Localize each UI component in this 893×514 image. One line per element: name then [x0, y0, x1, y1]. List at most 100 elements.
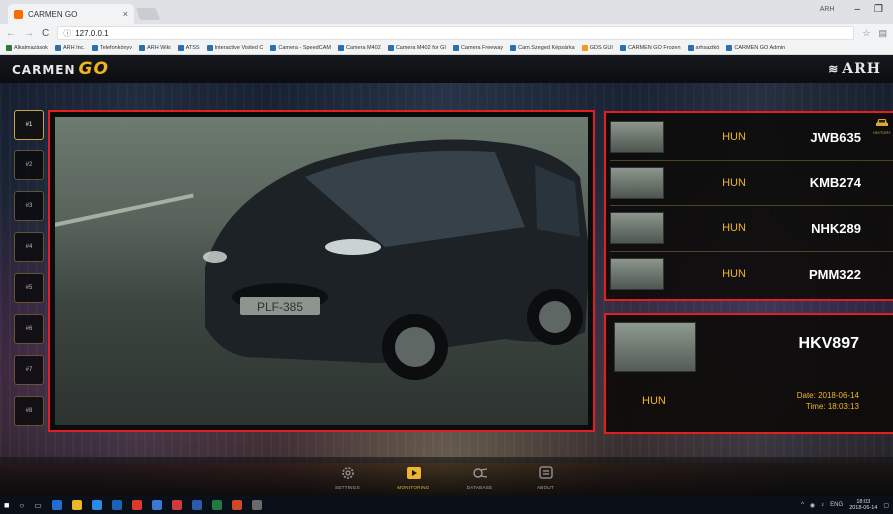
bookmark-item[interactable]: ARH Wiki: [139, 45, 171, 51]
selected-read-detail: HKV897 HUN Date: 2018-06-14 Time: 18:03:…: [604, 313, 893, 434]
system-clock[interactable]: 18:03 2018-06-14: [849, 499, 877, 511]
bookmark-item[interactable]: CARMEN GO Frozen: [619, 45, 681, 51]
detail-timestamp: Date: 2018-06-14 Time: 18:03:13: [797, 390, 859, 412]
profile-label[interactable]: ARH: [820, 6, 835, 13]
bookmark-label: CARMEN GO Frozen: [627, 45, 681, 51]
save-icon[interactable]: [151, 500, 162, 510]
forward-button[interactable]: →: [24, 28, 34, 39]
edge-icon[interactable]: [51, 500, 62, 510]
notifications-icon[interactable]: ▢: [883, 502, 889, 509]
read-row[interactable]: HUN KMB274: [610, 161, 893, 206]
browser-tab[interactable]: CARMEN GO ×: [8, 4, 134, 24]
app-icon[interactable]: [171, 500, 182, 510]
powerpoint-icon[interactable]: [231, 500, 242, 510]
gear-icon: [340, 465, 356, 482]
read-row[interactable]: HUN NHK289: [610, 206, 893, 252]
camera-tab-7[interactable]: #7: [14, 355, 44, 385]
outlook-icon[interactable]: [111, 500, 122, 510]
camera-tab-4[interactable]: #4: [14, 232, 44, 262]
bookmark-label: Alkalmazások: [14, 45, 48, 51]
bookmark-label: ARH Inc.: [62, 45, 85, 51]
bookmark-item[interactable]: GDS GUI: [581, 45, 613, 51]
ie-icon[interactable]: [91, 500, 102, 510]
site-icon: [206, 45, 213, 51]
network-icon[interactable]: ◉: [810, 502, 815, 509]
nav-about[interactable]: ABOUT: [523, 465, 569, 490]
camera-tab-5[interactable]: #5: [14, 273, 44, 303]
page-icon: [91, 45, 98, 51]
nav-monitoring[interactable]: MONITORING: [391, 465, 437, 490]
new-tab-button[interactable]: [135, 8, 161, 20]
bookmark-star-icon[interactable]: ☆: [862, 28, 870, 39]
explorer-icon[interactable]: [71, 500, 82, 510]
bookmark-item[interactable]: Camera - SpeedCAM: [270, 45, 331, 51]
bookmark-label: GDS GUI: [589, 45, 613, 51]
read-plate: KMB274: [809, 175, 861, 191]
read-row[interactable]: HUN PMM322: [610, 252, 893, 298]
tool-icon[interactable]: [251, 500, 262, 510]
camera-tab-2[interactable]: #2: [14, 150, 44, 180]
read-row[interactable]: HUN JWB635: [610, 115, 893, 161]
bookmark-item[interactable]: Telefonkönyv: [91, 45, 133, 51]
chrome-icon[interactable]: [131, 500, 142, 510]
site-icon: [270, 45, 277, 51]
task-view-icon[interactable]: ▭: [34, 501, 42, 510]
nav-label: MONITORING: [397, 484, 430, 490]
live-camera-feed: PLF-385: [55, 117, 588, 425]
carmen-favicon-icon: [14, 9, 23, 19]
bookmark-label: Telefonkönyv: [99, 45, 133, 51]
nav-label: DATABASE: [466, 484, 493, 490]
tray-chevron-icon[interactable]: ^: [801, 502, 804, 508]
windows-taskbar: ■ ○ ▭ ^ ◉ ♪ ENG 18:03 2018-06-14 ▢: [0, 496, 893, 514]
minimize-icon[interactable]: –: [854, 4, 860, 15]
excel-icon[interactable]: [211, 500, 222, 510]
search-icon[interactable]: ○: [19, 501, 24, 510]
license-plate-text: PLF-385: [257, 300, 303, 314]
read-plate: PMM322: [808, 266, 861, 282]
address-bar[interactable]: ⓘ 127.0.0.1: [57, 26, 855, 40]
bookmark-item[interactable]: CARMEN GO Admin: [726, 45, 785, 51]
bookmark-label: Camera M402 for GI: [395, 45, 446, 51]
maximize-icon[interactable]: ❐: [874, 4, 883, 15]
bookmark-item[interactable]: ATSS: [177, 45, 200, 51]
reload-button[interactable]: C: [42, 28, 49, 39]
windows-start-icon[interactable]: ■: [4, 500, 9, 510]
read-thumbnail: [610, 258, 664, 291]
nav-database[interactable]: DATABASE: [457, 465, 503, 490]
language-indicator[interactable]: ENG: [830, 502, 843, 508]
bookmark-item[interactable]: arhsaztkö: [687, 45, 719, 51]
tab-close-icon[interactable]: ×: [123, 9, 128, 19]
read-country: HUN: [722, 176, 746, 189]
nav-settings[interactable]: SETTINGS: [325, 465, 371, 490]
extension-icon[interactable]: ▤: [878, 28, 887, 39]
info-icon[interactable]: ⓘ: [63, 28, 71, 39]
bookmark-item[interactable]: Camera M402 for GI: [387, 45, 446, 51]
bookmark-item[interactable]: Alkalmazások: [6, 45, 48, 51]
detail-thumbnail[interactable]: [614, 322, 696, 372]
apps-icon: [6, 45, 12, 51]
bookmark-item[interactable]: Interactive Visited C: [206, 45, 263, 51]
bookmark-item[interactable]: Camera M402: [337, 45, 381, 51]
page-icon: [687, 45, 694, 51]
video-feed-frame: PLF-385: [48, 110, 595, 432]
read-plate: JWB635: [810, 129, 861, 145]
volume-icon[interactable]: ♪: [821, 502, 824, 508]
time-value: 18:03:13: [827, 402, 859, 411]
car-history-icon: [876, 119, 888, 126]
camera-tab-1[interactable]: #1: [14, 110, 44, 140]
site-icon: [54, 45, 61, 51]
tab-title: CARMEN GO: [28, 9, 78, 19]
read-country: HUN: [722, 131, 746, 144]
camera-tab-3[interactable]: #3: [14, 191, 44, 221]
word-icon[interactable]: [191, 500, 202, 510]
site-icon: [139, 45, 146, 51]
back-button[interactable]: ←: [6, 28, 16, 39]
bookmark-item[interactable]: Camera Freeway: [452, 45, 503, 51]
bookmark-item[interactable]: Cam.Szeged Képsárka: [510, 45, 575, 51]
camera-tab-8[interactable]: #8: [14, 396, 44, 426]
bookmark-label: Camera M402: [345, 45, 381, 51]
history-button[interactable]: HISTORY: [869, 117, 893, 147]
bookmark-item[interactable]: ARH Inc.: [54, 45, 85, 51]
history-label: HISTORY: [873, 130, 891, 135]
camera-tab-6[interactable]: #6: [14, 314, 44, 344]
